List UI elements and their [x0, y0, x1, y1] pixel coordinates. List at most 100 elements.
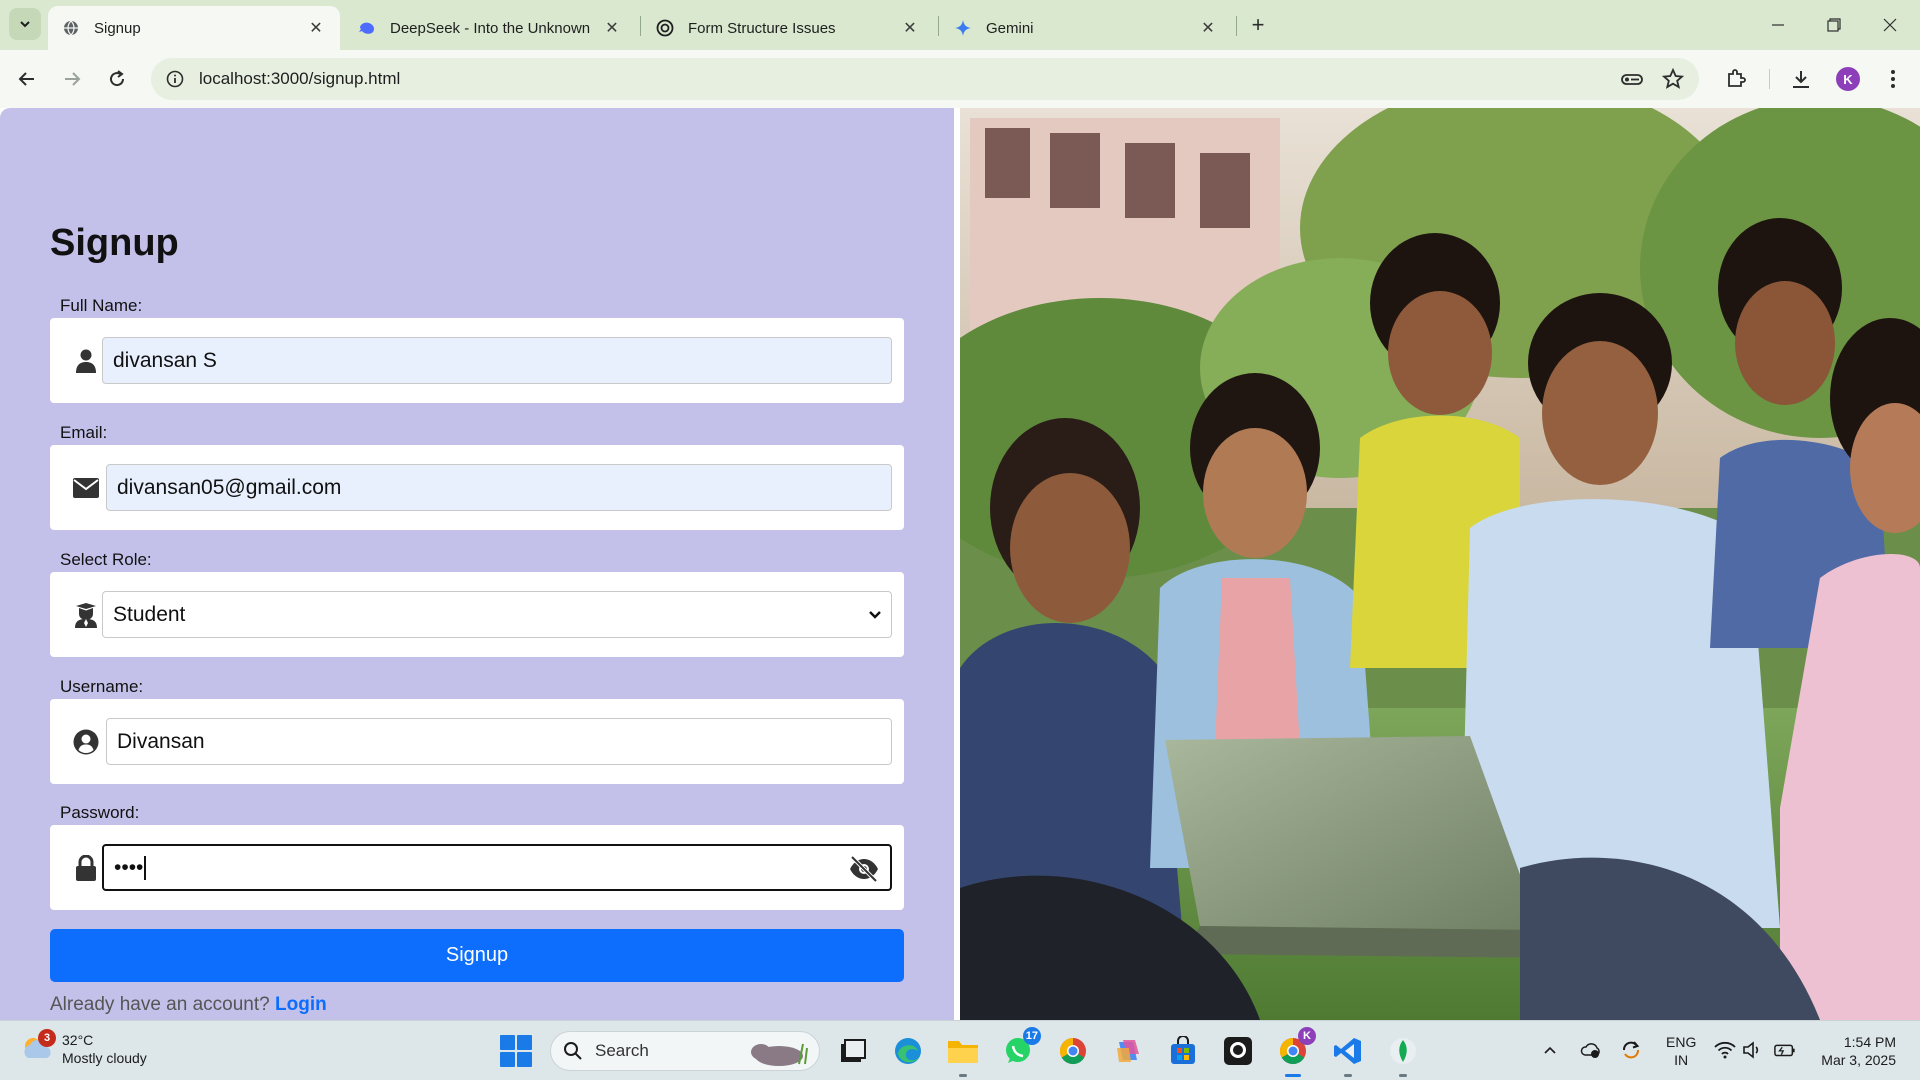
- role-select[interactable]: Student: [102, 591, 892, 638]
- chrome-icon[interactable]: [1056, 1034, 1090, 1068]
- eye-slash-icon[interactable]: [848, 856, 880, 882]
- tab-strip: Signup ✕ DeepSeek - Into the Unknown ✕ F…: [0, 0, 1920, 50]
- students-photo: [960, 108, 1920, 1020]
- tab-title: Gemini: [986, 19, 1034, 37]
- globe-icon: [62, 19, 80, 37]
- task-view-icon[interactable]: [836, 1034, 870, 1068]
- volume-icon[interactable]: [1742, 1039, 1764, 1061]
- lang-line1: ENG: [1666, 1034, 1697, 1050]
- onedrive-sync-icon[interactable]: [1580, 1039, 1602, 1061]
- clock-time: 1:54 PM: [1843, 1034, 1896, 1050]
- windows-logo-pane: [517, 1052, 532, 1067]
- openai-icon: [656, 19, 674, 37]
- copilot-icon[interactable]: [1111, 1034, 1145, 1068]
- back-icon[interactable]: [12, 64, 42, 94]
- start-button[interactable]: [500, 1035, 532, 1067]
- email-card: divansan05@gmail.com: [50, 445, 904, 530]
- weather-condition: Mostly cloudy: [62, 1050, 147, 1066]
- restore-icon[interactable]: [1814, 10, 1854, 40]
- window-close-icon[interactable]: [1870, 10, 1910, 40]
- site-info-icon[interactable]: [155, 59, 195, 99]
- students-photo-illustration: [960, 108, 1920, 1020]
- taskbar-search[interactable]: Search: [550, 1031, 820, 1071]
- running-indicator-active: [1285, 1074, 1301, 1077]
- envelope-icon: [72, 474, 100, 502]
- deepseek-whale-icon: [358, 19, 376, 37]
- weather-alert-badge: 3: [38, 1029, 56, 1047]
- cloud-weather-icon: 3: [20, 1029, 56, 1066]
- address-bar[interactable]: localhost:3000/signup.html: [151, 58, 1699, 100]
- windows-logo-pane: [517, 1035, 532, 1050]
- tab-search-button[interactable]: [9, 8, 41, 40]
- running-indicator: [1344, 1074, 1352, 1077]
- sync-refresh-icon[interactable]: [1620, 1039, 1642, 1061]
- tab-gemini[interactable]: Gemini ✕: [940, 6, 1232, 50]
- login-prompt-text: Already have an account?: [50, 994, 270, 1015]
- password-card: ••••: [50, 825, 904, 910]
- role-selected-value: Student: [113, 602, 186, 626]
- close-icon[interactable]: ✕: [602, 18, 622, 38]
- toolbar-divider: [1769, 69, 1770, 89]
- input-language[interactable]: ENG IN: [1666, 1033, 1696, 1069]
- windows-logo-pane: [500, 1052, 515, 1067]
- login-link[interactable]: Login: [275, 994, 327, 1015]
- email-input[interactable]: divansan05@gmail.com: [106, 464, 892, 511]
- password-masked-value: ••••: [114, 855, 144, 879]
- microsoft-store-icon[interactable]: [1166, 1034, 1200, 1068]
- role-label: Select Role:: [60, 550, 152, 569]
- full-name-label: Full Name:: [60, 296, 143, 315]
- chevron-up-icon[interactable]: [1539, 1039, 1561, 1061]
- download-icon[interactable]: [1786, 64, 1816, 94]
- username-input[interactable]: Divansan: [106, 718, 892, 765]
- chrome-profile-icon[interactable]: K: [1276, 1027, 1316, 1077]
- signup-form-panel: Signup Full Name: divansan S Email: diva…: [0, 108, 954, 1020]
- close-icon[interactable]: ✕: [900, 18, 920, 38]
- tab-separator: [938, 16, 939, 36]
- email-label: Email:: [60, 423, 108, 442]
- reload-icon[interactable]: [102, 64, 132, 94]
- minimize-icon[interactable]: [1758, 10, 1798, 40]
- battery-icon[interactable]: [1774, 1039, 1796, 1061]
- user-circle-icon: [72, 728, 100, 756]
- edge-icon[interactable]: [891, 1034, 925, 1068]
- close-icon[interactable]: ✕: [1198, 18, 1218, 38]
- password-label: Password:: [60, 803, 140, 822]
- more-menu-icon[interactable]: [1878, 64, 1908, 94]
- weather-temp: 32°C: [62, 1032, 94, 1048]
- tab-form-structure[interactable]: Form Structure Issues ✕: [642, 6, 934, 50]
- full-name-card: divansan S: [50, 318, 904, 403]
- full-name-value: divansan S: [113, 348, 217, 372]
- lang-line2: IN: [1674, 1052, 1689, 1068]
- graduate-icon: [72, 601, 100, 629]
- weather-widget[interactable]: 3 32°C Mostly cloudy: [20, 1029, 147, 1067]
- username-card: Divansan: [50, 699, 904, 784]
- wifi-icon[interactable]: [1714, 1039, 1736, 1061]
- chrome-profile-badge: K: [1298, 1027, 1316, 1045]
- text-caret: [144, 855, 147, 880]
- running-indicator: [959, 1074, 967, 1077]
- file-explorer-icon[interactable]: [946, 1034, 980, 1077]
- lock-icon: [72, 854, 100, 882]
- profile-avatar[interactable]: K: [1836, 67, 1860, 91]
- close-icon[interactable]: ✕: [306, 18, 326, 38]
- extensions-icon[interactable]: [1721, 64, 1751, 94]
- url-text[interactable]: localhost:3000/signup.html: [199, 69, 1699, 89]
- whatsapp-icon[interactable]: 17: [1001, 1027, 1041, 1068]
- system-clock[interactable]: 1:54 PM Mar 3, 2025: [1812, 1033, 1896, 1069]
- signup-button[interactable]: Signup: [50, 929, 904, 982]
- page-viewport: Signup Full Name: divansan S Email: diva…: [0, 108, 1920, 1020]
- tab-separator: [640, 16, 641, 36]
- full-name-input[interactable]: divansan S: [102, 337, 892, 384]
- new-tab-button[interactable]: +: [1245, 12, 1271, 38]
- tab-deepseek[interactable]: DeepSeek - Into the Unknown ✕: [344, 6, 636, 50]
- gemini-sparkle-icon: [954, 19, 972, 37]
- forward-icon[interactable]: [57, 64, 87, 94]
- vscode-icon[interactable]: [1331, 1034, 1365, 1077]
- github-icon[interactable]: [1221, 1034, 1255, 1068]
- password-key-icon[interactable]: [1620, 67, 1644, 91]
- password-input[interactable]: ••••: [102, 844, 892, 891]
- bookmark-star-icon[interactable]: [1661, 67, 1685, 91]
- mongodb-compass-icon[interactable]: [1386, 1034, 1420, 1077]
- running-indicator: [1399, 1074, 1407, 1077]
- tab-signup[interactable]: Signup ✕: [48, 6, 340, 50]
